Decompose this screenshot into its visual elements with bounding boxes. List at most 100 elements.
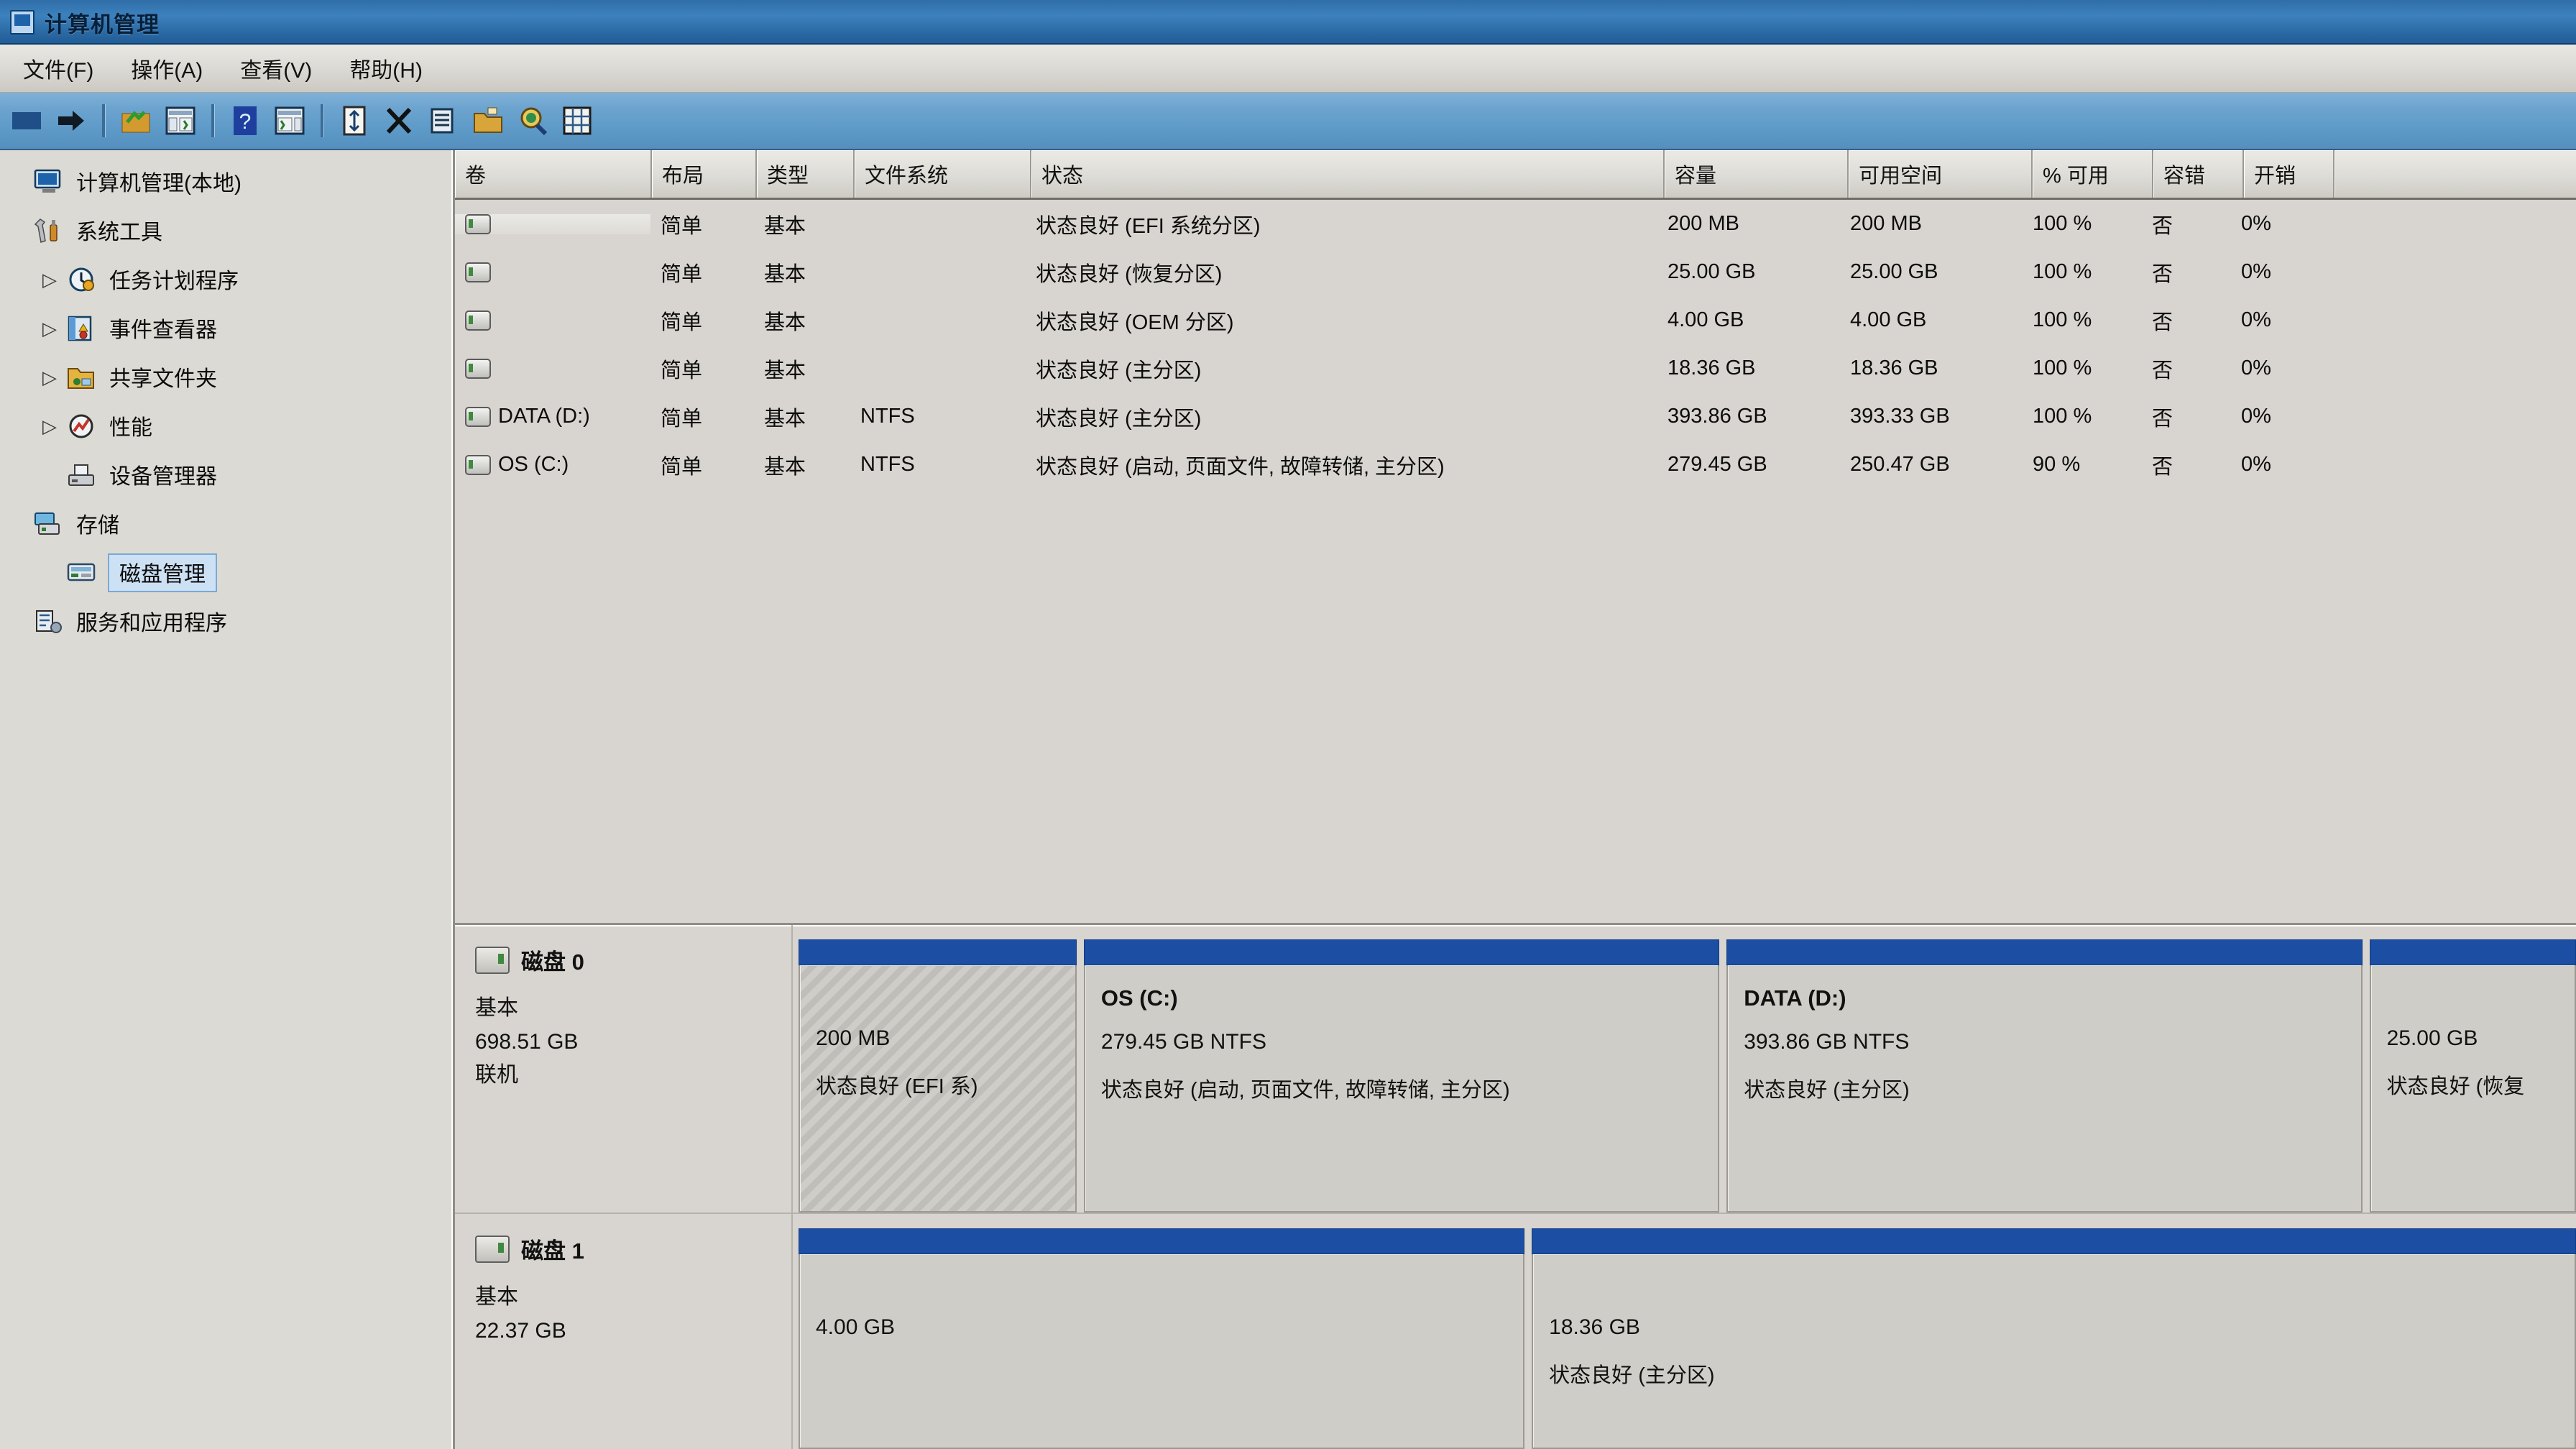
console-tree[interactable]: 计算机管理(本地) 系统工具 ▷ 任务计划程序 ▷ 事件查看器 ▷ 共享文件夹 …: [0, 150, 455, 1449]
column-layout[interactable]: 布局: [652, 150, 757, 198]
menu-help[interactable]: 帮助(H): [331, 48, 441, 88]
partition-box: 25.00 GB 状态良好 (恢复: [2369, 965, 2576, 1213]
volume-rows: 简单 基本 状态良好 (EFI 系统分区) 200 MB 200 MB 100 …: [455, 200, 2576, 923]
cell-status: 状态良好 (主分区): [1036, 359, 1202, 382]
cell-percent: 100 %: [2033, 405, 2092, 428]
help-icon[interactable]: ?: [224, 100, 266, 142]
cell-layout: 简单: [661, 262, 703, 286]
partition-efi[interactable]: 200 MB 状态良好 (EFI 系): [799, 939, 1077, 1213]
menu-file[interactable]: 文件(F): [4, 48, 112, 88]
refresh-icon[interactable]: [334, 100, 375, 142]
cell-status: 状态良好 (OEM 分区): [1036, 310, 1234, 334]
cell-percent: 90 %: [2033, 453, 2081, 476]
computer-icon: [33, 167, 66, 196]
show-hide-console-tree-icon[interactable]: [160, 100, 201, 142]
svg-text:?: ?: [239, 110, 252, 134]
show-action-pane-icon[interactable]: [269, 100, 310, 142]
cell-capacity: 200 MB: [1668, 212, 1739, 235]
tree-label: 服务和应用程序: [76, 612, 227, 635]
toolbar: ?: [0, 93, 2576, 150]
table-row[interactable]: 简单 基本 状态良好 (主分区) 18.36 GB 18.36 GB 100 %…: [455, 344, 2576, 392]
tree-item-disk-management[interactable]: 磁盘管理: [0, 548, 453, 597]
toolbar-separator-3: [321, 104, 323, 137]
cell-volume: [455, 358, 650, 379]
toolbar-separator-1: [102, 104, 105, 137]
partition-data-d[interactable]: DATA (D:) 393.86 GB NTFS 状态良好 (主分区): [1726, 939, 2363, 1213]
chevron-right-icon[interactable]: ▷: [33, 367, 66, 389]
column-filesystem[interactable]: 文件系统: [855, 150, 1031, 198]
menu-view[interactable]: 查看(V): [221, 48, 331, 88]
menu-action[interactable]: 操作(A): [112, 48, 221, 88]
delete-icon[interactable]: [378, 100, 420, 142]
cell-volume-text: OS (C:): [498, 453, 569, 476]
disk-management-icon: [66, 558, 99, 587]
column-type[interactable]: 类型: [757, 150, 855, 198]
cell-type: 基本: [764, 262, 806, 286]
create-vhd-grid-icon[interactable]: [556, 100, 598, 142]
rescan-disks-magnifier-icon[interactable]: [512, 100, 553, 142]
tree-item-shared-folders[interactable]: ▷ 共享文件夹: [0, 353, 453, 402]
volume-list: 卷 布局 类型 文件系统 状态 容量 可用空间 % 可用 容错 开销 简单 基本…: [455, 150, 2576, 925]
cell-fault: 否: [2152, 455, 2174, 479]
chevron-right-icon[interactable]: ▷: [33, 415, 66, 438]
tree-item-storage[interactable]: 存储: [0, 500, 453, 548]
partition-bar: [799, 939, 1077, 965]
cell-volume-text: DATA (D:): [498, 405, 590, 428]
disk-info-0[interactable]: 磁盘 0 基本 698.51 GB 联机: [455, 925, 793, 1213]
disk-size: 698.51 GB: [475, 1029, 579, 1054]
disk-meta-0: 基本 698.51 GB 联机: [475, 992, 791, 1092]
column-volume[interactable]: 卷: [455, 150, 652, 198]
partition-os-c[interactable]: OS (C:) 279.45 GB NTFS 状态良好 (启动, 页面文件, 故…: [1083, 939, 1720, 1213]
disk-title-1: 磁盘 1: [475, 1233, 791, 1265]
cell-fault: 否: [2152, 214, 2174, 238]
column-percent-free[interactable]: % 可用: [2033, 150, 2153, 198]
partition-box: DATA (D:) 393.86 GB NTFS 状态良好 (主分区): [1726, 965, 2363, 1213]
tree-item-system-tools[interactable]: 系统工具: [0, 206, 453, 255]
partition-size: 4.00 GB: [816, 1315, 896, 1339]
partition-bar: [799, 1228, 1525, 1254]
cell-capacity: 18.36 GB: [1668, 356, 1756, 380]
cell-type: 基本: [764, 455, 806, 479]
cell-overhead: 0%: [2241, 356, 2271, 380]
open-folder-icon[interactable]: [467, 100, 509, 142]
partition-oem[interactable]: 4.00 GB: [799, 1228, 1525, 1449]
back-icon[interactable]: [6, 100, 47, 142]
partition-label: OS (C:): [1100, 985, 1178, 1011]
table-row[interactable]: DATA (D:) 简单 基本 NTFS 状态良好 (主分区) 393.86 G…: [455, 392, 2576, 441]
chevron-right-icon[interactable]: ▷: [33, 269, 66, 291]
column-status[interactable]: 状态: [1031, 150, 1665, 198]
up-folder-icon[interactable]: [115, 100, 157, 142]
cell-percent: 100 %: [2033, 212, 2092, 235]
tree-item-event-viewer[interactable]: ▷ 事件查看器: [0, 304, 453, 353]
partition-primary[interactable]: 18.36 GB 状态良好 (主分区): [1532, 1228, 2576, 1449]
disk-size: 22.37 GB: [475, 1318, 566, 1343]
cell-capacity: 25.00 GB: [1668, 260, 1756, 283]
volume-icon: [465, 358, 491, 379]
table-row[interactable]: 简单 基本 状态良好 (EFI 系统分区) 200 MB 200 MB 100 …: [455, 200, 2576, 248]
table-row[interactable]: OS (C:) 简单 基本 NTFS 状态良好 (启动, 页面文件, 故障转储,…: [455, 441, 2576, 489]
disk-info-1[interactable]: 磁盘 1 基本 22.37 GB: [455, 1214, 793, 1449]
table-row[interactable]: 简单 基本 状态良好 (OEM 分区) 4.00 GB 4.00 GB 100 …: [455, 296, 2576, 344]
column-fault-tolerance[interactable]: 容错: [2153, 150, 2244, 198]
tree-item-performance[interactable]: ▷ 性能: [0, 402, 453, 451]
cell-percent: 100 %: [2033, 260, 2092, 283]
forward-icon[interactable]: [50, 100, 92, 142]
cell-layout: 简单: [661, 407, 703, 431]
tree-item-task-scheduler[interactable]: ▷ 任务计划程序: [0, 255, 453, 304]
properties-icon[interactable]: [423, 100, 464, 142]
tree-item-services-and-applications[interactable]: 服务和应用程序: [0, 597, 453, 646]
disk-row-1[interactable]: 磁盘 1 基本 22.37 GB 4.00 GB 18.36 GB 状态良好 (…: [455, 1214, 2576, 1449]
disk-management-pane: 卷 布局 类型 文件系统 状态 容量 可用空间 % 可用 容错 开销 简单 基本…: [455, 150, 2576, 1449]
tree-item-device-manager[interactable]: 设备管理器: [0, 451, 453, 500]
partition-recovery[interactable]: 25.00 GB 状态良好 (恢复: [2369, 939, 2576, 1213]
table-row[interactable]: 简单 基本 状态良好 (恢复分区) 25.00 GB 25.00 GB 100 …: [455, 248, 2576, 296]
column-free-space[interactable]: 可用空间: [1849, 150, 2033, 198]
cell-type: 基本: [764, 214, 806, 238]
disk-row-0[interactable]: 磁盘 0 基本 698.51 GB 联机 200 MB 状态良好 (EFI 系)…: [455, 925, 2576, 1214]
disk-name: 磁盘 0: [521, 949, 584, 975]
column-capacity[interactable]: 容量: [1665, 150, 1849, 198]
tree-item-computer-management[interactable]: 计算机管理(本地): [0, 157, 453, 206]
chevron-right-icon[interactable]: ▷: [33, 318, 66, 340]
cell-status: 状态良好 (EFI 系统分区): [1036, 214, 1261, 238]
column-overhead[interactable]: 开销: [2244, 150, 2334, 198]
